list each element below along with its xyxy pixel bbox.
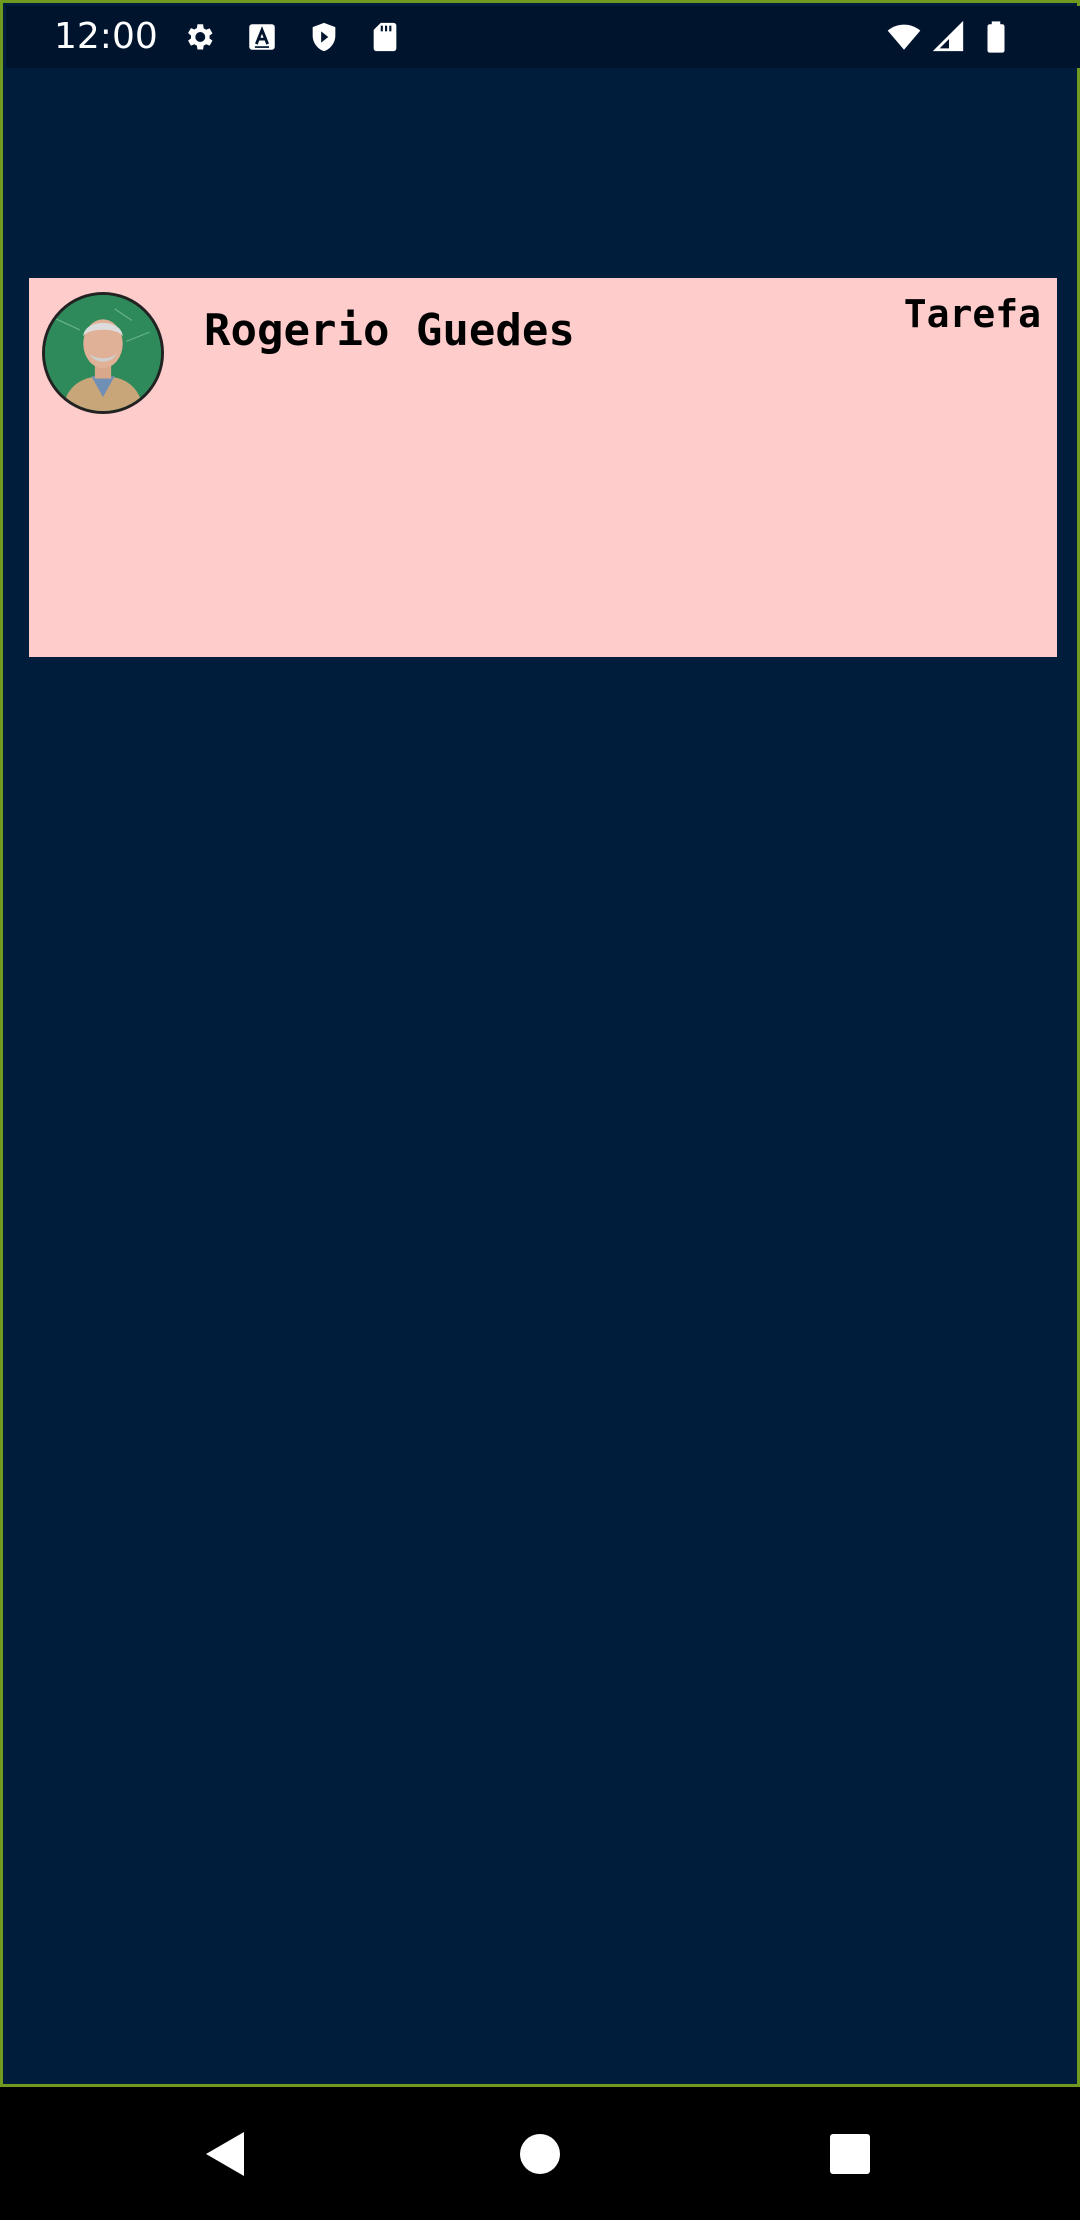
phone-screen: 12:00 Rogerio Guedes Tarefa [0,0,1080,2220]
gear-icon [182,20,216,54]
task-card[interactable]: Rogerio Guedes Tarefa [29,278,1057,657]
task-type-label: Tarefa [903,292,1041,336]
wifi-icon [884,20,924,54]
shield-play-icon [307,20,341,54]
cell-signal-icon [932,20,966,54]
back-icon[interactable] [190,2119,260,2189]
status-bar: 12:00 [6,6,1080,68]
sd-card-icon [368,20,402,54]
recents-icon[interactable] [815,2119,885,2189]
app-frame: 12:00 Rogerio Guedes Tarefa [0,0,1080,2087]
navigation-bar [0,2087,1080,2220]
status-time: 12:00 [54,16,158,57]
avatar [42,292,164,414]
font-a-icon [245,20,279,54]
home-icon[interactable] [505,2119,575,2189]
person-name: Rogerio Guedes [204,305,575,356]
battery-icon [981,20,1011,54]
